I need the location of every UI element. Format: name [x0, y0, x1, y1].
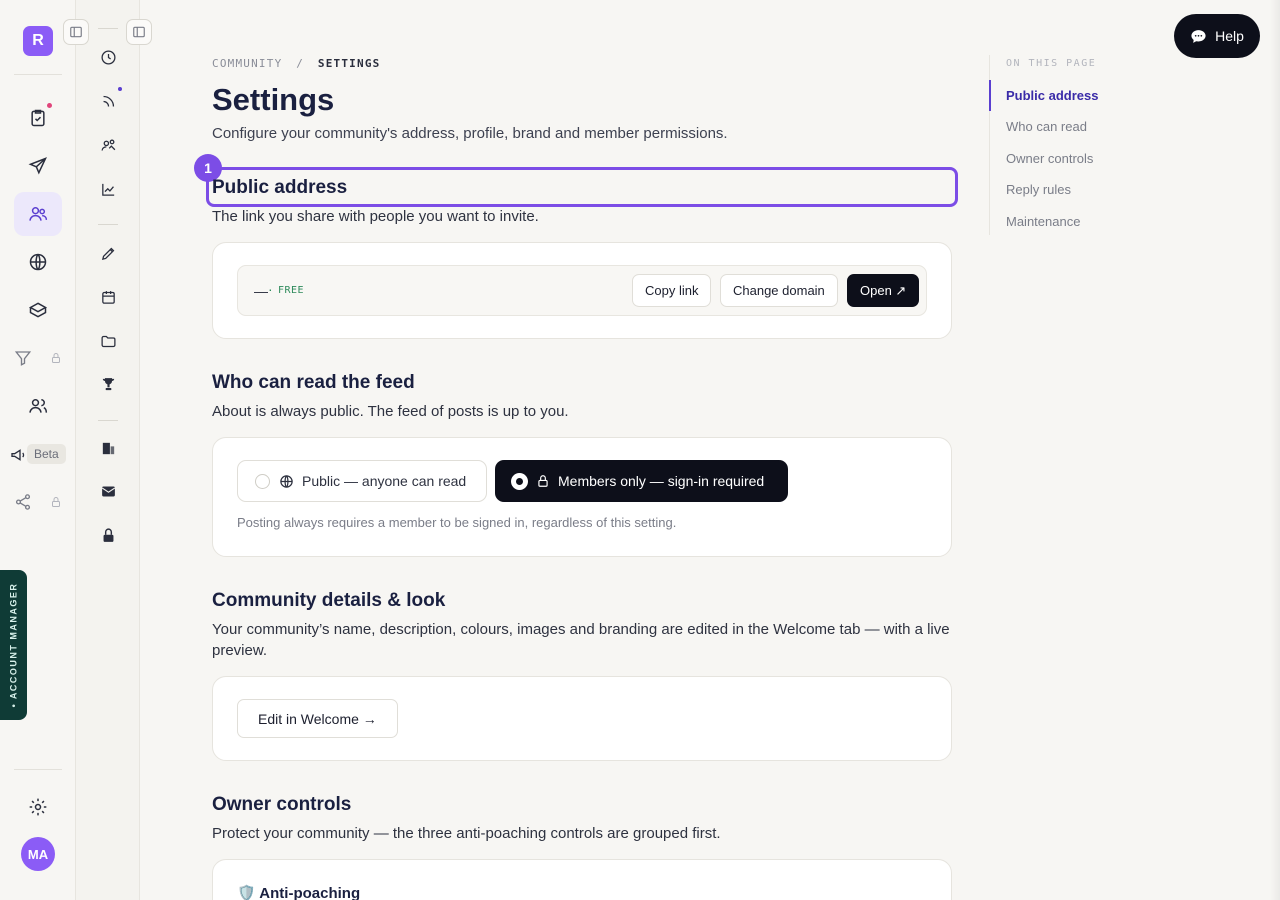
- workspace-logo[interactable]: R: [23, 26, 53, 56]
- pen-tool-icon[interactable]: [96, 241, 120, 265]
- collapse-sidebar-icon[interactable]: [63, 19, 89, 45]
- breadcrumb: COMMUNITY / SETTINGS: [212, 57, 380, 70]
- people-icon[interactable]: [96, 133, 120, 157]
- globe-icon[interactable]: [14, 240, 62, 284]
- share-icon[interactable]: [13, 492, 33, 512]
- calendar-icon[interactable]: [96, 285, 120, 309]
- help-button[interactable]: Help: [1174, 14, 1260, 58]
- building-icon[interactable]: [96, 436, 120, 460]
- unread-dot: [118, 87, 122, 91]
- toc-item-owner-controls[interactable]: Owner controls: [1006, 151, 1093, 166]
- section-title-who-can-read: Who can read the feed: [212, 372, 415, 393]
- secondary-sidebar: [76, 0, 140, 900]
- address-row: — · FREE Copy link Change domain Open ↗: [237, 265, 927, 316]
- page-subtitle: Configure your community's address, prof…: [212, 125, 728, 142]
- settings-gear-icon[interactable]: [14, 785, 62, 829]
- user-avatar[interactable]: MA: [21, 837, 55, 871]
- section-desc-who-can-read: About is always public. The feed of post…: [212, 403, 569, 420]
- details-card: Edit in Welcome →: [212, 676, 952, 761]
- plan-badge: FREE: [278, 285, 305, 296]
- on-this-page-nav: ON THIS PAGE Public address Who can read…: [989, 55, 1189, 235]
- address-value: —: [254, 283, 268, 299]
- notification-dot: [47, 103, 52, 108]
- help-label: Help: [1215, 28, 1244, 44]
- address-dot: ·: [268, 281, 273, 297]
- section-title-details: Community details & look: [212, 590, 446, 611]
- lock-icon: [536, 474, 550, 488]
- account-manager-tab[interactable]: • ACCOUNT MANAGER: [0, 570, 27, 720]
- members-icon[interactable]: [14, 384, 62, 428]
- option-public-label: Public — anyone can read: [302, 473, 467, 489]
- lock-icon: [49, 351, 63, 365]
- chat-bubble-icon: [1190, 28, 1207, 45]
- divider: [98, 28, 118, 29]
- toc-active-indicator: [989, 80, 991, 111]
- courses-icon[interactable]: [14, 288, 62, 332]
- lock-icon[interactable]: [96, 523, 120, 547]
- toc-title: ON THIS PAGE: [1006, 58, 1097, 69]
- divider: [14, 74, 62, 75]
- breadcrumb-parent[interactable]: COMMUNITY: [212, 57, 282, 70]
- divider: [14, 769, 62, 770]
- send-icon[interactable]: [14, 144, 62, 188]
- change-domain-button[interactable]: Change domain: [720, 274, 838, 307]
- who-can-read-card: Public — anyone can read Members only — …: [212, 437, 952, 557]
- beta-badge: Beta: [27, 444, 66, 464]
- toc-item-reply-rules[interactable]: Reply rules: [1006, 182, 1071, 197]
- lock-icon: [49, 495, 63, 509]
- tasks-icon[interactable]: [14, 96, 62, 140]
- globe-icon: [279, 474, 294, 489]
- option-public[interactable]: Public — anyone can read: [237, 460, 487, 502]
- edge-shadow: [1270, 0, 1280, 900]
- copy-link-button[interactable]: Copy link: [632, 274, 712, 307]
- public-address-card: — · FREE Copy link Change domain Open ↗: [212, 242, 952, 339]
- account-manager-label: • ACCOUNT MANAGER: [8, 582, 19, 708]
- divider: [98, 420, 118, 421]
- primary-sidebar: R Beta MA: [0, 0, 76, 900]
- filter-icon[interactable]: [13, 348, 33, 368]
- community-icon[interactable]: [14, 192, 62, 236]
- breadcrumb-separator: /: [296, 57, 305, 70]
- breadcrumb-current: SETTINGS: [317, 57, 381, 70]
- posting-note: Posting always requires a member to be s…: [237, 515, 677, 530]
- option-members-only[interactable]: Members only — sign-in required: [495, 460, 788, 502]
- section-title-owner-controls: Owner controls: [212, 794, 352, 815]
- option-members-label: Members only — sign-in required: [558, 473, 765, 489]
- edit-in-welcome-button[interactable]: Edit in Welcome →: [237, 699, 398, 738]
- section-desc-public-address: The link you share with people you want …: [212, 208, 539, 225]
- open-button[interactable]: Open ↗: [847, 274, 920, 307]
- section-title-public-address: Public address: [212, 177, 348, 198]
- toggle-panel-icon[interactable]: [126, 19, 152, 45]
- divider: [98, 224, 118, 225]
- feed-rss-icon[interactable]: [96, 89, 120, 113]
- history-icon[interactable]: [96, 45, 120, 69]
- radio-members-only[interactable]: [512, 473, 527, 489]
- owner-controls-card: 🛡️ Anti-poaching: [212, 859, 952, 900]
- page-title: Settings: [212, 82, 335, 117]
- anti-poaching-title: 🛡️ Anti-poaching: [237, 885, 361, 900]
- analytics-chart-icon[interactable]: [96, 177, 120, 201]
- radio-public[interactable]: [255, 473, 270, 489]
- mail-icon[interactable]: [96, 479, 120, 503]
- folder-icon[interactable]: [96, 329, 120, 353]
- toc-item-maintenance[interactable]: Maintenance: [1006, 214, 1080, 229]
- megaphone-icon[interactable]: [8, 445, 28, 465]
- section-desc-owner-controls: Protect your community — the three anti-…: [212, 825, 721, 842]
- toc-item-public-address[interactable]: Public address: [1006, 88, 1098, 103]
- section-desc-details: Your community’s name, description, colo…: [212, 621, 950, 659]
- toc-item-who-can-read[interactable]: Who can read: [1006, 119, 1087, 134]
- trophy-icon[interactable]: [96, 372, 120, 396]
